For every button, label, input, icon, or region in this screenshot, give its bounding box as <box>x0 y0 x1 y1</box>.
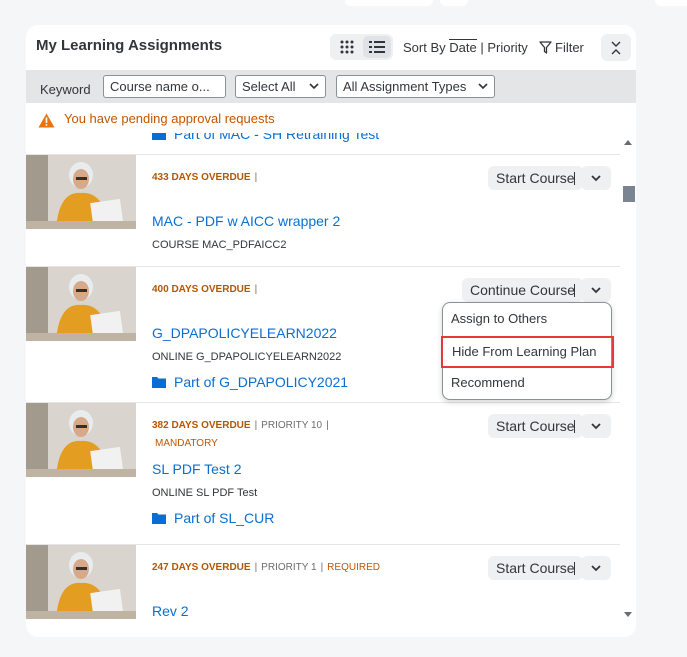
menu-item-hide-from-learning-plan[interactable]: Hide From Learning Plan <box>441 336 614 368</box>
separator: | <box>254 284 258 295</box>
sort-by-label: Sort By <box>403 40 446 55</box>
status-line: 247 DAYS OVERDUE | PRIORITY 1 | REQUIRED <box>152 562 380 573</box>
list-item: 247 DAYS OVERDUE | PRIORITY 1 | REQUIRED Rev… <box>26 545 620 620</box>
mandatory-label: MANDATORY <box>155 438 218 449</box>
assignment-types-dropdown[interactable]: All Assignment Types <box>336 75 495 98</box>
required-label: REQUIRED <box>327 562 380 573</box>
status-line: 400 DAYS OVERDUE | <box>152 284 261 295</box>
filter-button[interactable]: Filter <box>539 40 584 55</box>
course-code: ONLINE SL PDF Test <box>152 487 258 499</box>
start-course-button[interactable]: Start Course <box>488 414 583 438</box>
list-icon <box>369 41 385 53</box>
status-line: 433 DAYS OVERDUE | <box>152 172 261 183</box>
sort-priority-link[interactable]: Priority <box>487 40 527 55</box>
chevron-down-icon <box>591 565 601 572</box>
grid-view-button[interactable] <box>333 36 361 58</box>
filter-label: Filter <box>555 40 584 55</box>
part-of-link[interactable]: Part of G_DPAPOLICY2021 <box>152 374 348 390</box>
background-pill <box>345 0 433 6</box>
folder-icon <box>152 133 166 140</box>
part-of-label: Part of G_DPAPOLICY2021 <box>174 374 349 390</box>
overdue-status: 400 DAYS OVERDUE <box>152 284 251 295</box>
folder-icon <box>152 377 166 388</box>
sort-by: Sort By Date | Priority <box>403 39 528 55</box>
priority-label: PRIORITY 1 <box>261 562 317 573</box>
course-code: ONLINE G_DPAPOLICYELEARN2022 <box>152 351 342 363</box>
part-of-label: Part of SL_CUR <box>174 510 275 526</box>
course-thumbnail <box>26 155 136 229</box>
more-actions-button[interactable] <box>581 556 611 580</box>
warning-icon <box>38 113 55 128</box>
select-all-value: Select All <box>242 79 296 94</box>
part-of-label: Part of MAC - SH Retraining Test <box>174 133 380 142</box>
course-thumbnail <box>26 403 136 477</box>
continue-course-button[interactable]: Continue Course <box>462 278 584 302</box>
status-line: 382 DAYS OVERDUE | PRIORITY 10 | <box>152 420 333 431</box>
collapse-button[interactable] <box>601 34 631 61</box>
page-title: My Learning Assignments <box>36 37 223 54</box>
separator: | <box>320 562 324 573</box>
overdue-status: 382 DAYS OVERDUE <box>152 420 251 431</box>
separator: | <box>254 562 258 573</box>
assignment-types-value: All Assignment Types <box>343 79 467 94</box>
select-all-dropdown[interactable]: Select All <box>235 75 326 98</box>
scroll-down-arrow[interactable] <box>624 612 632 618</box>
button-divider <box>574 172 575 185</box>
more-actions-menu: Assign to Others Hide From Learning Plan… <box>441 302 614 400</box>
chevron-down-icon <box>591 175 601 182</box>
collapse-icon <box>611 41 621 54</box>
chevron-down-icon <box>591 287 601 294</box>
list-item: 382 DAYS OVERDUE | PRIORITY 10 | MANDATORY … <box>26 403 620 545</box>
scrollbar-thumb[interactable] <box>623 186 635 202</box>
scroll-up-arrow[interactable] <box>624 139 632 145</box>
chevron-down-icon <box>309 83 319 90</box>
course-title-link[interactable]: MAC - PDF w AICC wrapper 2 <box>152 213 340 229</box>
menu-item-assign-to-others[interactable]: Assign to Others <box>443 305 613 333</box>
more-actions-button[interactable] <box>581 278 611 302</box>
part-of-link[interactable]: Part of SL_CUR <box>152 510 274 526</box>
more-actions-button[interactable] <box>581 166 611 190</box>
separator: | <box>254 420 258 431</box>
folder-icon <box>152 513 166 524</box>
card-header: My Learning Assignments Sort By Date | P… <box>26 25 636 70</box>
separator: | <box>254 172 258 183</box>
overdue-status: 433 DAYS OVERDUE <box>152 172 251 183</box>
button-divider <box>574 420 575 433</box>
course-title-link[interactable]: Rev 2 <box>152 603 189 619</box>
separator: | <box>326 420 329 431</box>
list-item: Part of MAC - SH Retraining Test <box>26 133 620 155</box>
course-thumbnail <box>26 267 136 341</box>
course-title-link[interactable]: SL PDF Test 2 <box>152 461 241 477</box>
course-title-link[interactable]: G_DPAPOLICYELEARN2022 <box>152 325 337 341</box>
button-divider <box>574 562 575 575</box>
course-code: COURSE MAC_PDFAICC2 <box>152 239 287 251</box>
sort-date-link[interactable]: Date <box>449 39 477 55</box>
more-actions-button[interactable] <box>581 414 611 438</box>
button-divider <box>574 284 575 297</box>
start-course-button[interactable]: Start Course <box>488 556 583 580</box>
background-pill <box>440 0 468 6</box>
list-view-button[interactable] <box>363 36 391 58</box>
background-pill <box>655 0 687 6</box>
keyword-input[interactable]: Course name o... <box>103 75 226 98</box>
menu-item-recommend[interactable]: Recommend <box>443 369 613 397</box>
list-item: 433 DAYS OVERDUE | MAC - PDF w AICC wrapp… <box>26 155 620 267</box>
grid-icon <box>340 40 354 54</box>
pending-approval-warning: You have pending approval requests <box>26 103 636 133</box>
part-of-link[interactable]: Part of MAC - SH Retraining Test <box>152 133 379 142</box>
learning-assignments-card: My Learning Assignments Sort By Date | P… <box>26 25 636 637</box>
filter-bar: Keyword Course name o... Select All All … <box>26 70 636 103</box>
chevron-down-icon <box>591 423 601 430</box>
overdue-status: 247 DAYS OVERDUE <box>152 562 251 573</box>
chevron-down-icon <box>478 83 488 90</box>
priority-label: PRIORITY 10 <box>261 420 323 431</box>
keyword-label: Keyword <box>40 82 91 97</box>
filter-icon <box>539 41 552 54</box>
warning-text: You have pending approval requests <box>64 111 275 126</box>
start-course-button[interactable]: Start Course <box>488 166 583 190</box>
sort-separator: | <box>480 40 484 55</box>
view-toggle <box>330 34 393 60</box>
course-thumbnail <box>26 545 136 619</box>
